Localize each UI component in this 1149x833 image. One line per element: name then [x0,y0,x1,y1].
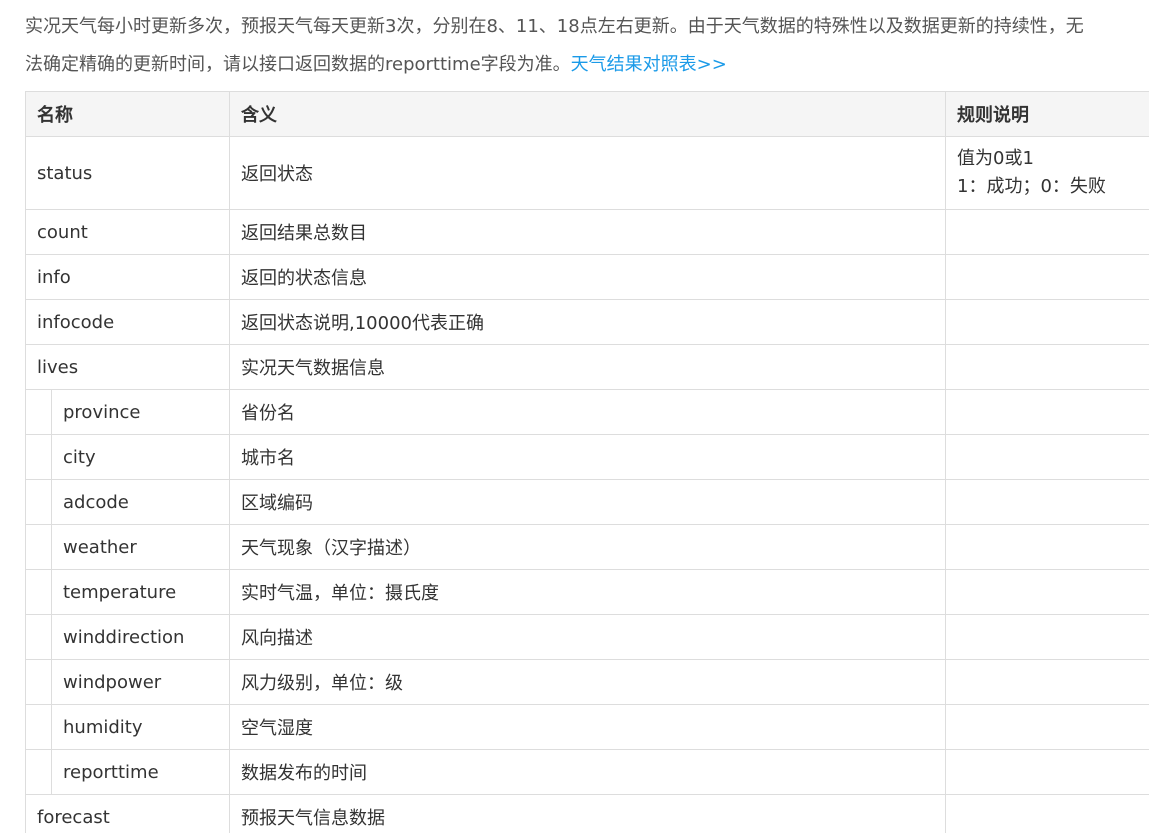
field-name: adcode [63,491,129,513]
indent-guide [26,660,52,704]
header-name: 名称 [25,91,230,137]
field-name: info [25,254,230,300]
field-rule [945,569,1149,615]
indent-guide [26,615,52,659]
field-rule [945,614,1149,660]
field-name: province [63,401,141,423]
field-rule [945,479,1149,525]
field-name-cell: weather [25,524,230,570]
field-meaning: 省份名 [229,389,946,435]
field-name-cell: humidity [25,704,230,750]
table-row: status 返回状态 值为0或1 1：成功；0：失败 [25,136,1149,210]
intro-line-2: 法确定精确的更新时间，请以接口返回数据的reporttime字段为准。天气结果对… [25,46,1149,84]
field-name: count [25,209,230,255]
table-row-child: winddirection 风向描述 [25,614,1149,660]
field-rule [945,254,1149,300]
indent-guide [26,435,52,479]
intro-line-2-text: 法确定精确的更新时间，请以接口返回数据的reporttime字段为准。 [25,54,571,75]
field-meaning: 风向描述 [229,614,946,660]
field-rule [945,704,1149,750]
table-row: infocode 返回状态说明,10000代表正确 [25,299,1149,345]
field-meaning: 实况天气数据信息 [229,344,946,390]
table-row-child: temperature 实时气温，单位：摄氏度 [25,569,1149,615]
field-rule [945,209,1149,255]
indent-guide [26,390,52,434]
field-rule [945,794,1149,833]
table-row: lives 实况天气数据信息 [25,344,1149,390]
field-rule: 值为0或1 1：成功；0：失败 [945,136,1149,210]
field-name-cell: temperature [25,569,230,615]
field-name: temperature [63,581,177,603]
table-header-row: 名称 含义 规则说明 [25,91,1149,137]
field-meaning: 预报天气信息数据 [229,794,946,833]
header-meaning: 含义 [229,91,946,137]
indent-guide [26,750,52,794]
indent-guide [26,705,52,749]
field-meaning: 城市名 [229,434,946,480]
table-row: info 返回的状态信息 [25,254,1149,300]
table-row-child: weather 天气现象（汉字描述） [25,524,1149,570]
field-name: winddirection [63,626,185,648]
field-rule [945,434,1149,480]
field-name: weather [63,536,137,558]
table-row-child: province 省份名 [25,389,1149,435]
field-name-cell: windpower [25,659,230,705]
field-name: infocode [25,299,230,345]
response-fields-table-container: 名称 含义 规则说明 status 返回状态 值为0或1 1：成功；0：失败 c… [25,91,1149,833]
field-meaning: 实时气温，单位：摄氏度 [229,569,946,615]
field-name-cell: reporttime [25,749,230,795]
response-fields-table: 名称 含义 规则说明 status 返回状态 值为0或1 1：成功；0：失败 c… [25,91,1149,833]
field-meaning: 返回状态说明,10000代表正确 [229,299,946,345]
field-rule [945,524,1149,570]
field-rule [945,749,1149,795]
intro-line-1: 实况天气每小时更新多次，预报天气每天更新3次，分别在8、11、18点左右更新。由… [25,16,1084,37]
field-meaning: 区域编码 [229,479,946,525]
table-row: count 返回结果总数目 [25,209,1149,255]
weather-lookup-table-link[interactable]: 天气结果对照表>> [571,54,727,75]
field-rule [945,344,1149,390]
field-name: status [25,136,230,210]
indent-guide [26,480,52,524]
field-name: reporttime [63,761,159,783]
field-meaning: 返回的状态信息 [229,254,946,300]
field-meaning: 空气湿度 [229,704,946,750]
field-name: lives [25,344,230,390]
table-row-child: city 城市名 [25,434,1149,480]
field-name: humidity [63,716,143,738]
field-meaning: 风力级别，单位：级 [229,659,946,705]
field-rule [945,299,1149,345]
intro-paragraph: 实况天气每小时更新多次，预报天气每天更新3次，分别在8、11、18点左右更新。由… [25,8,1149,84]
field-rule-line-2: 1：成功；0：失败 [957,176,1106,197]
header-rule: 规则说明 [945,91,1149,137]
field-name-cell: adcode [25,479,230,525]
field-rule [945,389,1149,435]
field-name-cell: city [25,434,230,480]
field-meaning: 数据发布的时间 [229,749,946,795]
indent-guide [26,525,52,569]
table-row: forecast 预报天气信息数据 [25,794,1149,833]
table-row-child: humidity 空气湿度 [25,704,1149,750]
field-rule-line-1: 值为0或1 [957,148,1034,169]
field-meaning: 返回状态 [229,136,946,210]
field-name-cell: province [25,389,230,435]
field-name: forecast [25,794,230,833]
table-row-child: windpower 风力级别，单位：级 [25,659,1149,705]
table-row-child: adcode 区域编码 [25,479,1149,525]
indent-guide [26,570,52,614]
field-meaning: 返回结果总数目 [229,209,946,255]
field-rule [945,659,1149,705]
field-name-cell: winddirection [25,614,230,660]
table-row-child: reporttime 数据发布的时间 [25,749,1149,795]
field-name: windpower [63,671,162,693]
field-meaning: 天气现象（汉字描述） [229,524,946,570]
field-name: city [63,446,96,468]
